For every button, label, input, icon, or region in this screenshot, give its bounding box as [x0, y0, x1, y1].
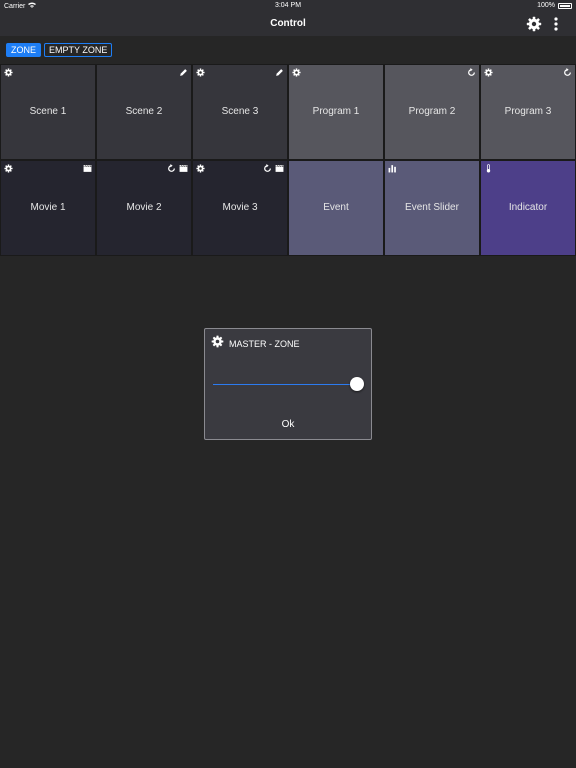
tile-icons-left [4, 164, 13, 173]
tile-label: Program 1 [312, 106, 360, 117]
gear-icon [211, 335, 224, 353]
gear-icon [292, 68, 301, 77]
control-tile-grid: Scene 1 Scene 2 Scene 3 Program 1 Program 2 P… [0, 64, 576, 256]
refresh-icon [563, 68, 572, 77]
zone-tab-zone[interactable]: ZONE [6, 43, 42, 57]
refresh-icon [263, 164, 272, 173]
refresh-icon [467, 68, 476, 77]
tile-icons-left [484, 164, 493, 173]
tile-icons-left [484, 68, 493, 77]
dialog-header: MASTER - ZONE [211, 335, 300, 353]
tile-label: Program 3 [504, 106, 552, 117]
tile-icons-right [83, 164, 92, 173]
tile-scene-2[interactable]: Scene 2 [96, 64, 192, 160]
tile-icons-right [167, 164, 188, 173]
tile-icons-right [179, 68, 188, 77]
gear-icon [484, 68, 493, 77]
clapper-icon [83, 164, 92, 173]
bar-chart-icon [388, 164, 397, 173]
pencil-icon [179, 68, 188, 77]
thermometer-icon [484, 164, 493, 173]
master-zone-dialog: MASTER - ZONE Ok [204, 328, 372, 440]
tile-icons-right [563, 68, 572, 77]
tile-event[interactable]: Event [288, 160, 384, 256]
tile-label: Scene 1 [29, 106, 67, 117]
gear-icon [4, 164, 13, 173]
tile-icons-left [196, 164, 205, 173]
more-vertical-icon[interactable] [553, 16, 559, 32]
tile-icons-left [4, 68, 13, 77]
tile-icons-right [467, 68, 476, 77]
clapper-icon [179, 164, 188, 173]
clapper-icon [275, 164, 284, 173]
tile-icons-left [388, 164, 397, 173]
tile-movie-2[interactable]: Movie 2 [96, 160, 192, 256]
gear-icon [4, 68, 13, 77]
tile-label: Scene 2 [125, 106, 163, 117]
tile-label: Event Slider [405, 202, 459, 213]
zone-selector: ZONE EMPTY ZONE [6, 43, 113, 57]
tile-program-2[interactable]: Program 2 [384, 64, 480, 160]
tile-indicator[interactable]: Indicator [480, 160, 576, 256]
tile-label: Movie 2 [126, 202, 162, 213]
status-bar: Carrier 3:04 PM 100% [0, 0, 576, 12]
tile-event-slider[interactable]: Event Slider [384, 160, 480, 256]
refresh-icon [167, 164, 176, 173]
pencil-icon [275, 68, 284, 77]
tile-label: Movie 3 [222, 202, 258, 213]
tile-movie-1[interactable]: Movie 1 [0, 160, 96, 256]
tile-icons-left [196, 68, 205, 77]
nav-bar: Control [0, 12, 576, 36]
gear-icon [196, 164, 205, 173]
tile-icons-left [292, 68, 301, 77]
tile-label: Movie 1 [30, 202, 66, 213]
tile-icons-right [275, 68, 284, 77]
status-time: 3:04 PM [274, 2, 302, 9]
zone-tab-empty-zone[interactable]: EMPTY ZONE [44, 43, 113, 57]
tile-label: Event [323, 202, 349, 213]
tile-icons-right [263, 164, 284, 173]
dialog-title: MASTER - ZONE [229, 339, 300, 349]
tile-label: Program 2 [408, 106, 456, 117]
slider-thumb[interactable] [350, 377, 364, 391]
ok-button[interactable]: Ok [205, 419, 371, 430]
battery-icon [558, 2, 572, 9]
tile-program-1[interactable]: Program 1 [288, 64, 384, 160]
tile-movie-3[interactable]: Movie 3 [192, 160, 288, 256]
slider-track [213, 384, 357, 385]
battery-percent: 100% [537, 2, 555, 9]
tile-scene-1[interactable]: Scene 1 [0, 64, 96, 160]
tile-label: Indicator [508, 202, 548, 213]
status-right: 100% [537, 2, 572, 9]
tile-program-3[interactable]: Program 3 [480, 64, 576, 160]
tile-scene-3[interactable]: Scene 3 [192, 64, 288, 160]
master-level-slider[interactable] [213, 377, 364, 391]
settings-gear-icon[interactable] [526, 16, 542, 32]
gear-icon [196, 68, 205, 77]
tile-label: Scene 3 [221, 106, 259, 117]
page-title: Control [270, 18, 306, 29]
